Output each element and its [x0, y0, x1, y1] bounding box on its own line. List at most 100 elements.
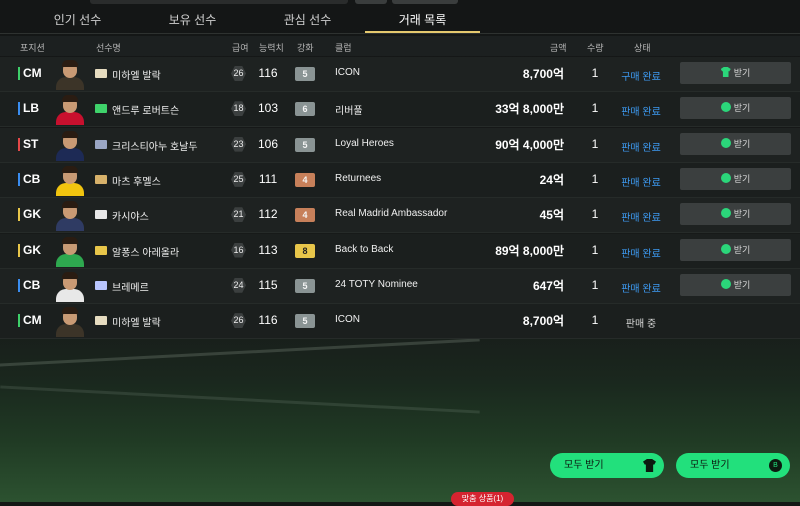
table-row[interactable]: GK 카시야스 21 112 4 Real Madrid Ambassador 45억 1 판매…: [0, 198, 800, 234]
tab-watchlist[interactable]: 관심 선수: [250, 8, 365, 32]
enhance-level: 5: [295, 314, 315, 329]
player-portrait: [53, 129, 87, 161]
receive-button[interactable]: 받기: [680, 238, 791, 261]
player-name: 미하엘 발락: [112, 71, 161, 82]
player-portrait: [53, 93, 87, 126]
enhance-level: 6: [295, 102, 315, 117]
position-label: CM: [18, 313, 42, 328]
col-club: 클럽: [335, 43, 352, 53]
receive-all-players-button[interactable]: 모두 받기: [550, 453, 664, 478]
receive-button[interactable]: 받기: [680, 62, 791, 84]
salary-badge: 18: [231, 101, 246, 117]
coin-icon: [720, 208, 731, 219]
club-name: ICON: [335, 314, 360, 326]
coin-icon: [769, 453, 782, 478]
table-row[interactable]: CB 마츠 후멜스 25 111 4 Returnees 24억 1 판매 완료 받기: [0, 162, 800, 198]
position-label: CM: [18, 66, 42, 80]
player-name: 마츠 후멜스: [112, 176, 161, 188]
coin-icon: [720, 278, 731, 289]
trade-status: 판매 완료: [621, 283, 661, 295]
position-label: LB: [18, 101, 39, 116]
trade-status: 판매 중: [625, 319, 657, 331]
price: 33억 8,000만: [495, 102, 564, 117]
receive-button[interactable]: 받기: [680, 132, 791, 155]
receive-all-bp-button[interactable]: 모두 받기: [676, 453, 790, 478]
table-row[interactable]: CB 브레메르 24 115 5 24 TOTY Nominee 647억 1 판매 완료 받기: [0, 268, 800, 304]
season-badge-icon: [95, 245, 107, 255]
table-row[interactable]: GK 알퐁스 아레올라 16 113 8 Back to Back 89억 8,000만 1 판…: [0, 233, 800, 269]
overall-rating: 116: [258, 66, 278, 80]
table-row[interactable]: CM 미하엘 발락 26 116 5 ICON 8,700억 1 판매 중: [0, 304, 800, 340]
trade-status: 구매 완료: [621, 72, 661, 83]
season-badge-icon: [95, 104, 107, 114]
divider: [0, 33, 800, 34]
club-name: ICON: [335, 67, 360, 78]
tab-popular-players[interactable]: 인기 선수: [20, 8, 135, 32]
search-field-edge[interactable]: [90, 0, 348, 4]
price: 89억 8,000만: [495, 243, 564, 258]
top-button[interactable]: [392, 0, 458, 4]
receive-label: 받기: [733, 68, 751, 78]
col-price: 금액: [550, 43, 567, 53]
enhance-level: 5: [295, 137, 315, 152]
club-name: Real Madrid Ambassador: [335, 208, 448, 220]
club-name: Returnees: [335, 172, 382, 184]
receive-all-label: 모두 받기: [690, 460, 730, 471]
position-label: GK: [18, 243, 41, 257]
custom-products-badge[interactable]: 맞춤 상품(1): [451, 492, 514, 506]
shirt-icon: [720, 67, 731, 77]
overall-rating: 116: [258, 313, 278, 328]
receive-label: 받기: [733, 279, 751, 290]
player-portrait: [53, 235, 87, 267]
coin-icon: [720, 172, 731, 183]
receive-button[interactable]: 받기: [680, 203, 791, 226]
position-label: GK: [18, 207, 41, 222]
receive-button[interactable]: 받기: [680, 167, 791, 190]
coin-icon: [720, 243, 731, 254]
tab-trade-list[interactable]: 거래 목록: [365, 8, 480, 33]
enhance-level: 4: [295, 208, 315, 223]
table-header: 포지션 선수명 급여 능력치 강화 클럽 금액 수량 상태: [0, 36, 800, 56]
salary-badge: 23: [231, 136, 246, 152]
quantity: 1: [591, 313, 599, 328]
top-button[interactable]: [355, 0, 387, 4]
receive-label: 받기: [733, 244, 751, 255]
salary-badge: 25: [231, 171, 246, 187]
overall-rating: 112: [258, 207, 278, 222]
table-row[interactable]: LB 앤드루 로버트슨 18 103 6 리버풀 33억 8,000만 1 판매 완료 받기: [0, 92, 800, 128]
receive-button[interactable]: 받기: [680, 97, 791, 120]
col-status: 상태: [634, 43, 651, 53]
receive-button[interactable]: 받기: [680, 273, 791, 296]
coin-icon: [720, 137, 731, 148]
player-name: 미하엘 발락: [112, 318, 161, 330]
trade-status: 판매 완료: [621, 107, 661, 119]
price: 45억: [539, 208, 564, 223]
enhance-level: 5: [295, 278, 315, 293]
col-enhance: 강화: [297, 43, 314, 53]
player-name: 크리스티아누 호날두: [112, 141, 198, 153]
table-row[interactable]: ST 크리스티아누 호날두 23 106 5 Loyal Heroes 90억 4,000만…: [0, 127, 800, 163]
season-badge-icon: [95, 139, 107, 149]
quantity: 1: [591, 171, 599, 186]
overall-rating: 113: [258, 242, 278, 257]
quantity: 1: [591, 66, 599, 80]
table-row[interactable]: CM 미하엘 발락 26 116 5 ICON 8,700억 1 구매 완료 받기: [0, 57, 800, 92]
salary-badge: 26: [231, 66, 246, 81]
quantity: 1: [591, 101, 599, 116]
coin-icon: [720, 102, 731, 113]
club-name: 24 TOTY Nominee: [335, 278, 418, 290]
player-portrait: [53, 305, 87, 338]
player-portrait: [53, 58, 87, 90]
quantity: 1: [591, 207, 599, 222]
price: 90억 4,000만: [495, 137, 564, 152]
quantity: 1: [591, 136, 599, 151]
season-badge-icon: [95, 69, 107, 78]
receive-label: 받기: [733, 209, 751, 220]
tab-bar: 인기 선수 보유 선수 관심 선수 거래 목록: [0, 8, 800, 34]
salary-badge: 24: [231, 277, 246, 293]
trade-status: 판매 완료: [621, 177, 661, 189]
tab-owned-players[interactable]: 보유 선수: [135, 8, 250, 32]
price: 24억: [539, 172, 564, 187]
col-player: 선수명: [96, 43, 121, 53]
season-badge-icon: [95, 210, 107, 220]
